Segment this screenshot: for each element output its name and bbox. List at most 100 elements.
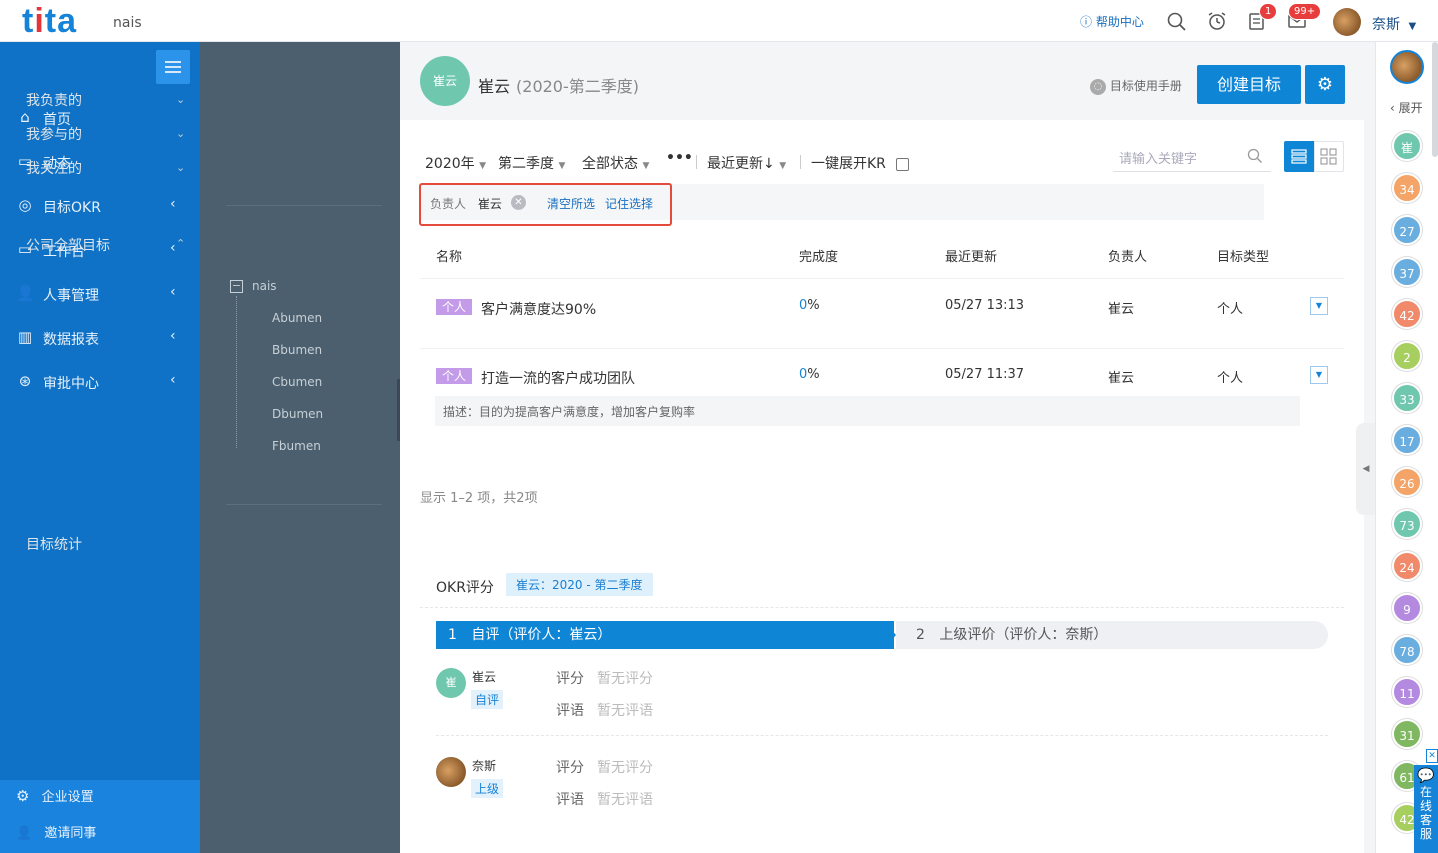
member-avatar[interactable]: 42 bbox=[1392, 299, 1422, 329]
tree-node-nais[interactable]: nais bbox=[252, 279, 277, 293]
member-avatar[interactable]: 31 bbox=[1392, 719, 1422, 749]
tree-node-dept[interactable]: Fbumen bbox=[272, 439, 321, 453]
user-menu[interactable]: 奈斯 ▼ bbox=[1372, 14, 1416, 34]
nav-item-reports[interactable]: ▥ 数据报表 ‹ bbox=[0, 316, 200, 360]
tree-node-dept[interactable]: Bbumen bbox=[272, 343, 322, 357]
more-filters-button[interactable]: ••• bbox=[666, 150, 693, 166]
expand-members-button[interactable]: ‹ 展开 bbox=[1390, 99, 1423, 116]
invite-colleagues-link[interactable]: 👤 邀请同事 bbox=[16, 822, 96, 841]
step-label: 上级评价（评价人：奈斯） bbox=[939, 627, 1108, 643]
member-avatar[interactable]: 37 bbox=[1392, 257, 1422, 287]
chevron-down-icon: ⌄ bbox=[176, 161, 186, 174]
tree-line bbox=[236, 296, 237, 448]
quarter-filter[interactable]: 第二季度 ▼ bbox=[498, 153, 565, 173]
tree-node-dept[interactable]: Cbumen bbox=[272, 375, 322, 389]
member-avatar[interactable]: 34 bbox=[1392, 173, 1422, 203]
list-view-button[interactable] bbox=[1284, 141, 1314, 172]
member-avatar[interactable]: 11 bbox=[1392, 677, 1422, 707]
goal-name[interactable]: 打造一流的客户成功团队 bbox=[481, 368, 635, 388]
alarm-clock-icon[interactable] bbox=[1207, 11, 1227, 31]
company-name[interactable]: nais bbox=[113, 15, 142, 31]
scrollbar-thumb[interactable] bbox=[1432, 42, 1438, 157]
add-user-icon: 👤 bbox=[16, 826, 33, 841]
step-manager-review[interactable]: 2 上级评价（评价人：奈斯） bbox=[896, 621, 1328, 649]
goal-name[interactable]: 客户满意度达90% bbox=[481, 299, 596, 319]
nav-item-hr[interactable]: 👤 人事管理 ‹ bbox=[0, 272, 200, 316]
help-center-link[interactable]: ⓘ 帮助中心 bbox=[1080, 13, 1144, 30]
tree-node-dept[interactable]: Abumen bbox=[272, 311, 322, 325]
member-avatar[interactable]: 33 bbox=[1392, 383, 1422, 413]
subnav-label: 公司全部目标 bbox=[26, 238, 110, 254]
highlight-box bbox=[419, 183, 672, 226]
grid-view-button[interactable] bbox=[1314, 141, 1344, 172]
tita-logo[interactable]: tita bbox=[22, 2, 77, 41]
subnav-stats[interactable]: 目标统计 bbox=[26, 534, 82, 554]
create-goal-button[interactable]: 创建目标 bbox=[1197, 65, 1301, 104]
expand-kr-toggle[interactable]: 一键展开KR bbox=[811, 153, 910, 173]
subnav-label: 我参与的 bbox=[26, 127, 82, 143]
member-avatar[interactable]: 17 bbox=[1392, 425, 1422, 455]
subnav-followed[interactable]: 我关注的 ⌄ bbox=[26, 158, 185, 178]
expand-kr-checkbox[interactable] bbox=[896, 157, 910, 171]
progress-unit: % bbox=[807, 367, 820, 382]
help-icon: ⓘ bbox=[1080, 15, 1093, 29]
member-avatar[interactable]: 27 bbox=[1392, 215, 1422, 245]
right-panel-handle[interactable]: ◀ bbox=[1356, 423, 1376, 515]
mail-badge: 99+ bbox=[1288, 3, 1322, 20]
current-user-avatar[interactable] bbox=[1390, 50, 1424, 84]
member-avatar[interactable]: 崔 bbox=[1392, 131, 1422, 161]
close-service-icon[interactable]: ✕ bbox=[1426, 749, 1438, 763]
grid-icon bbox=[1320, 148, 1337, 165]
status-filter[interactable]: 全部状态 ▼ bbox=[582, 153, 649, 173]
row-dropdown-button[interactable]: ▼ bbox=[1310, 366, 1328, 384]
approval-icon: ⊛ bbox=[18, 372, 32, 390]
sort-label: 最近更新↓ bbox=[707, 156, 775, 172]
divider bbox=[420, 607, 1344, 608]
menu-toggle-button[interactable] bbox=[156, 50, 190, 84]
search-icon[interactable] bbox=[1167, 12, 1187, 32]
year-filter[interactable]: 2020年 ▼ bbox=[425, 153, 486, 173]
collapse-tree-icon[interactable]: − bbox=[230, 280, 243, 293]
caret-down-icon: ▼ bbox=[779, 161, 787, 171]
settings-button[interactable]: ⚙ bbox=[1305, 65, 1345, 104]
hamburger-icon bbox=[165, 61, 181, 73]
step-self-review[interactable]: 1 自评（评价人：崔云） bbox=[436, 621, 894, 649]
chevron-left-icon: ‹ bbox=[170, 372, 176, 388]
okr-score-title: OKR评分 bbox=[436, 580, 494, 596]
chevron-up-icon: ⌃ bbox=[176, 237, 186, 250]
subnav-mine[interactable]: 我负责的 ⌄ bbox=[26, 90, 185, 110]
subnav-participated[interactable]: 我参与的 ⌄ bbox=[26, 124, 185, 144]
member-avatar[interactable]: 9 bbox=[1392, 593, 1422, 623]
sort-filter[interactable]: 最近更新↓ ▼ bbox=[707, 153, 786, 173]
chart-icon: ▥ bbox=[17, 328, 33, 346]
updated-time: 05/27 13:13 bbox=[945, 298, 1025, 313]
comment-label: 评语 bbox=[556, 703, 584, 719]
season-label: (2020-第二季度) bbox=[516, 77, 639, 96]
owner-name: 崔云 bbox=[478, 77, 511, 96]
reviewer-role: 自评 bbox=[471, 690, 504, 709]
okr-manual-link[interactable]: ◌ 目标使用手册 bbox=[1090, 77, 1182, 95]
member-avatar[interactable]: 73 bbox=[1392, 509, 1422, 539]
updated-time: 05/27 11:37 bbox=[945, 367, 1025, 382]
column-header-owner: 负责人 bbox=[1108, 250, 1148, 265]
table-row[interactable] bbox=[420, 348, 1344, 442]
type-tag: 个人 bbox=[436, 299, 473, 315]
member-avatar[interactable]: 2 bbox=[1392, 341, 1422, 371]
search-icon[interactable] bbox=[1247, 148, 1263, 164]
online-service-button[interactable]: 💬 在线客服 bbox=[1414, 765, 1438, 853]
goal-type: 个人 bbox=[1217, 371, 1244, 386]
user-avatar[interactable] bbox=[1333, 8, 1361, 36]
search-input[interactable]: 请输入关键字 bbox=[1113, 142, 1271, 172]
subnav-label: 我负责的 bbox=[26, 93, 82, 109]
tree-node-dept[interactable]: Dbumen bbox=[272, 407, 323, 421]
subnav-company-all[interactable]: 公司全部目标 ⌃ bbox=[26, 235, 185, 255]
enterprise-settings-link[interactable]: ⚙ 企业设置 bbox=[16, 786, 94, 805]
member-avatar[interactable]: 24 bbox=[1392, 551, 1422, 581]
row-dropdown-button[interactable]: ▼ bbox=[1310, 297, 1328, 315]
chevron-left-icon: ‹ bbox=[170, 284, 176, 300]
member-avatar[interactable]: 78 bbox=[1392, 635, 1422, 665]
nav-item-approval[interactable]: ⊛ 审批中心 ‹ bbox=[0, 360, 200, 404]
nav-item-okr[interactable]: ◎ 目标OKR ‹ bbox=[0, 184, 200, 228]
subnav-label: 我关注的 bbox=[26, 161, 82, 177]
member-avatar[interactable]: 26 bbox=[1392, 467, 1422, 497]
